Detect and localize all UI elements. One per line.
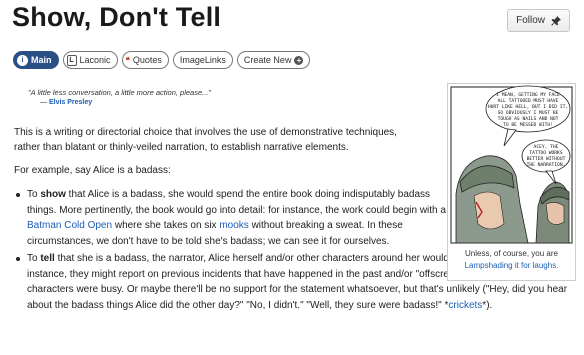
mooks-link[interactable]: mooks bbox=[219, 220, 248, 231]
tab-create-new[interactable]: Create New + bbox=[236, 51, 311, 69]
batman-cold-open-link[interactable]: Batman Cold Open bbox=[27, 220, 112, 231]
tab-imagelinks[interactable]: ImageLinks bbox=[172, 51, 233, 69]
speech-bubble-line: TO BE MESSED WITH! bbox=[503, 122, 553, 128]
text: To bbox=[27, 189, 41, 200]
intro-line-2: rather than blatant or thinly-veiled nar… bbox=[14, 142, 349, 153]
tab-label: Quotes bbox=[132, 55, 162, 65]
speech-bubble-line: ACEY, THE bbox=[534, 144, 559, 150]
speech-bubble-line: BETTER WITHOUT bbox=[527, 156, 566, 162]
tab-label: Main bbox=[31, 55, 52, 65]
intro-line-1: This is a writing or directorial choice … bbox=[14, 127, 397, 138]
caption-text: Unless, of course, you are bbox=[465, 249, 558, 258]
text: that Alice is a badass, she would spend … bbox=[27, 189, 446, 216]
tab-label: Create New bbox=[243, 55, 292, 65]
lampshading-link[interactable]: Lampshading it for laughs. bbox=[465, 261, 559, 270]
speech-bubble-line: SO OBVIOUSLY I MUST BE bbox=[498, 110, 559, 116]
plus-icon: + bbox=[294, 55, 304, 65]
text: To bbox=[27, 253, 41, 264]
crickets-link[interactable]: crickets bbox=[448, 300, 482, 311]
speech-bubble-line: I MEAN, GETTING MY FACE bbox=[496, 92, 560, 98]
speech-bubble-line: TOUGH AS NAILS AND NOT bbox=[498, 116, 559, 122]
tab-label: ImageLinks bbox=[179, 55, 226, 65]
image-caption: Unless, of course, you are Lampshading i… bbox=[447, 248, 576, 272]
info-icon: i bbox=[17, 54, 28, 66]
speech-bubble-line: HURT LIKE HELL, BUT I DID IT, bbox=[488, 104, 568, 110]
tab-bar: i Main L Laconic ❝ Quotes ImageLinks Cre… bbox=[13, 51, 311, 69]
quote-marks-icon: ❝ bbox=[125, 55, 130, 65]
quote-citation: — Elvis Presley bbox=[40, 99, 92, 106]
list-item-show: To show that Alice is a badass, she woul… bbox=[14, 187, 447, 249]
laconic-icon: L bbox=[66, 54, 77, 66]
text: *). bbox=[482, 299, 493, 311]
example-line: For example, say Alice is a badass: bbox=[14, 165, 171, 176]
speech-bubble-line: THE NARRATION. bbox=[527, 162, 566, 168]
speech-bubble-line: ALL TATTOOED MUST HAVE bbox=[498, 98, 559, 104]
tab-label: Laconic bbox=[79, 55, 111, 65]
page-quote: "A little less conversation, a little mo… bbox=[28, 88, 212, 97]
intro-paragraph: This is a writing or directorial choice … bbox=[14, 125, 397, 155]
tab-main[interactable]: i Main bbox=[13, 51, 59, 69]
tell-bold: tell bbox=[40, 253, 55, 264]
text: where she takes on six bbox=[112, 220, 220, 231]
citation-dash: — bbox=[40, 99, 47, 106]
tab-quotes[interactable]: ❝ Quotes bbox=[121, 51, 169, 69]
speech-bubble-line: TATTOO WORKS bbox=[529, 150, 562, 156]
show-bold: show bbox=[40, 189, 66, 200]
quote-author-link[interactable]: Elvis Presley bbox=[49, 99, 92, 106]
page-title: Show, Don't Tell bbox=[12, 2, 222, 32]
comic-image[interactable]: I MEAN, GETTING MY FACEALL TATTOOED MUST… bbox=[448, 84, 575, 246]
pin-icon bbox=[551, 15, 561, 26]
tab-laconic[interactable]: L Laconic bbox=[62, 51, 118, 69]
follow-button[interactable]: Follow bbox=[507, 9, 570, 32]
follow-label: Follow bbox=[516, 15, 545, 26]
